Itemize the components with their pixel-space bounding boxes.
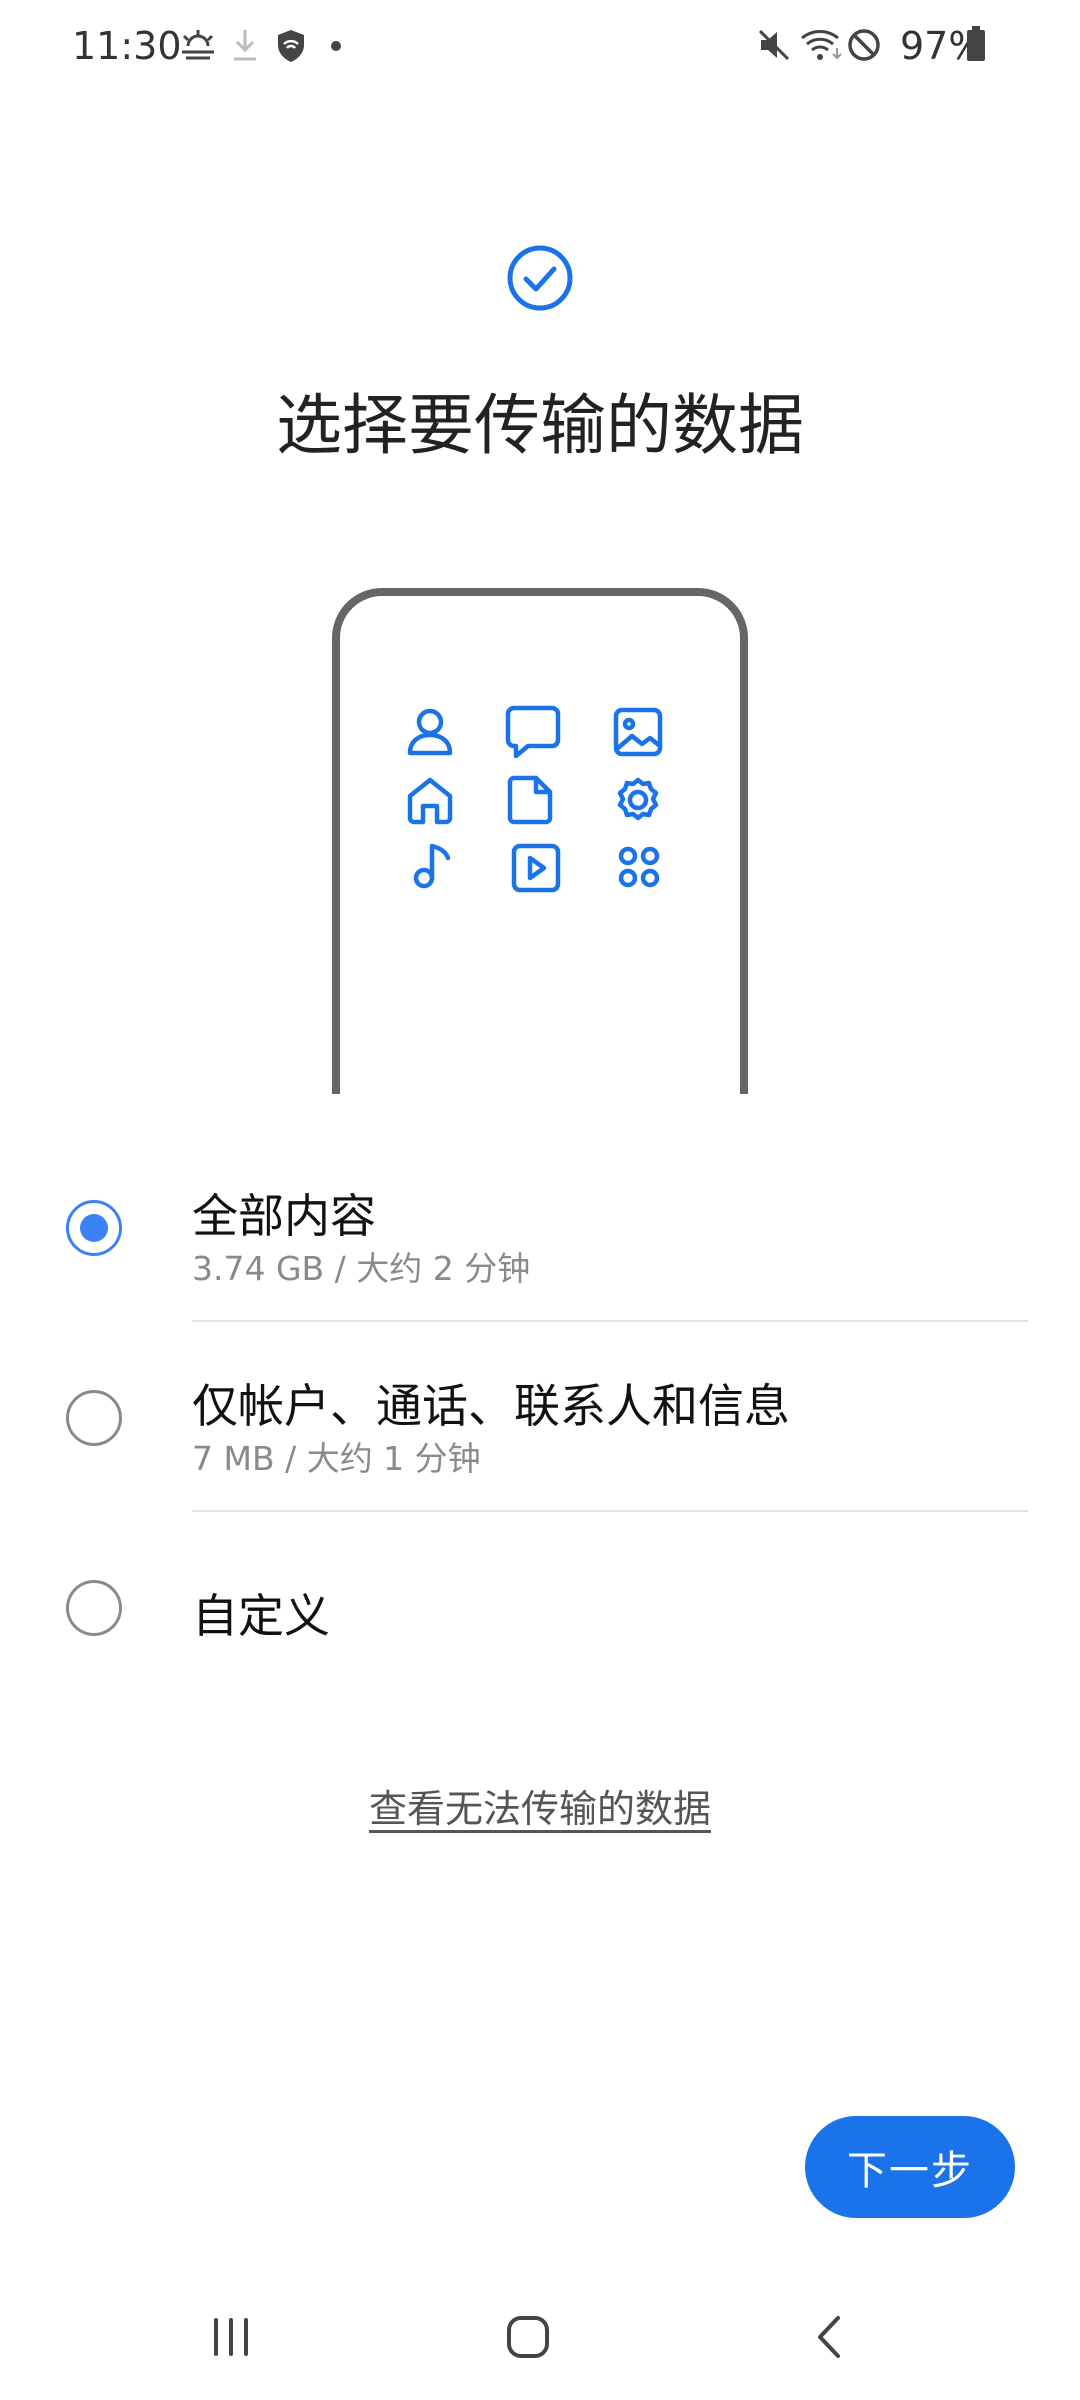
home-button-icon[interactable] [503, 2312, 553, 2362]
no-disturb-icon [848, 29, 880, 61]
phone-illustration [332, 588, 748, 1094]
unsupported-data-link[interactable]: 查看无法传输的数据 [0, 1778, 1080, 1833]
option-label: 仅帐户、通话、联系人和信息 [192, 1379, 790, 1433]
person-icon [407, 708, 453, 756]
back-icon[interactable] [806, 2312, 856, 2362]
home-icon [407, 777, 453, 825]
option-label: 自定义 [192, 1589, 330, 1643]
next-button[interactable]: 下一步 [805, 2116, 1015, 2218]
option-custom[interactable]: 自定义 [0, 1580, 1080, 1660]
option-label: 全部内容 [192, 1189, 376, 1243]
status-time: 11:30 [72, 24, 182, 68]
wifi-icon [801, 30, 842, 60]
apps-icon [618, 846, 660, 888]
option-accounts-calls-contacts[interactable]: 仅帐户、通话、联系人和信息 7 MB / 大约 1 分钟 [0, 1370, 1080, 1510]
option-all-content[interactable]: 全部内容 3.74 GB / 大约 2 分钟 [0, 1180, 1080, 1320]
radio-all-content[interactable] [66, 1200, 122, 1256]
check-circle-icon [507, 245, 573, 311]
document-icon [507, 775, 553, 825]
vpn-shield-icon [278, 30, 304, 62]
message-icon [505, 705, 561, 759]
download-icon [234, 30, 256, 61]
settings-icon [617, 777, 659, 821]
music-icon [413, 843, 451, 889]
recents-icon[interactable] [206, 2312, 256, 2362]
weather-icon [182, 30, 214, 60]
page-title: 选择要传输的数据 [276, 387, 804, 464]
option-subtext: 7 MB / 大约 1 分钟 [192, 1439, 481, 1478]
option-subtext: 3.74 GB / 大约 2 分钟 [192, 1249, 531, 1288]
radio-accounts-calls-contacts[interactable] [66, 1390, 122, 1446]
navigation-bar [0, 2290, 1080, 2400]
mute-icon [758, 29, 790, 61]
divider [192, 1510, 1028, 1512]
video-icon [511, 843, 561, 893]
battery-icon [967, 26, 985, 61]
divider [192, 1320, 1028, 1322]
image-icon [613, 707, 663, 757]
radio-custom[interactable] [66, 1580, 122, 1636]
dot-icon [331, 41, 341, 51]
status-bar: 11:30 97% [0, 0, 1080, 96]
